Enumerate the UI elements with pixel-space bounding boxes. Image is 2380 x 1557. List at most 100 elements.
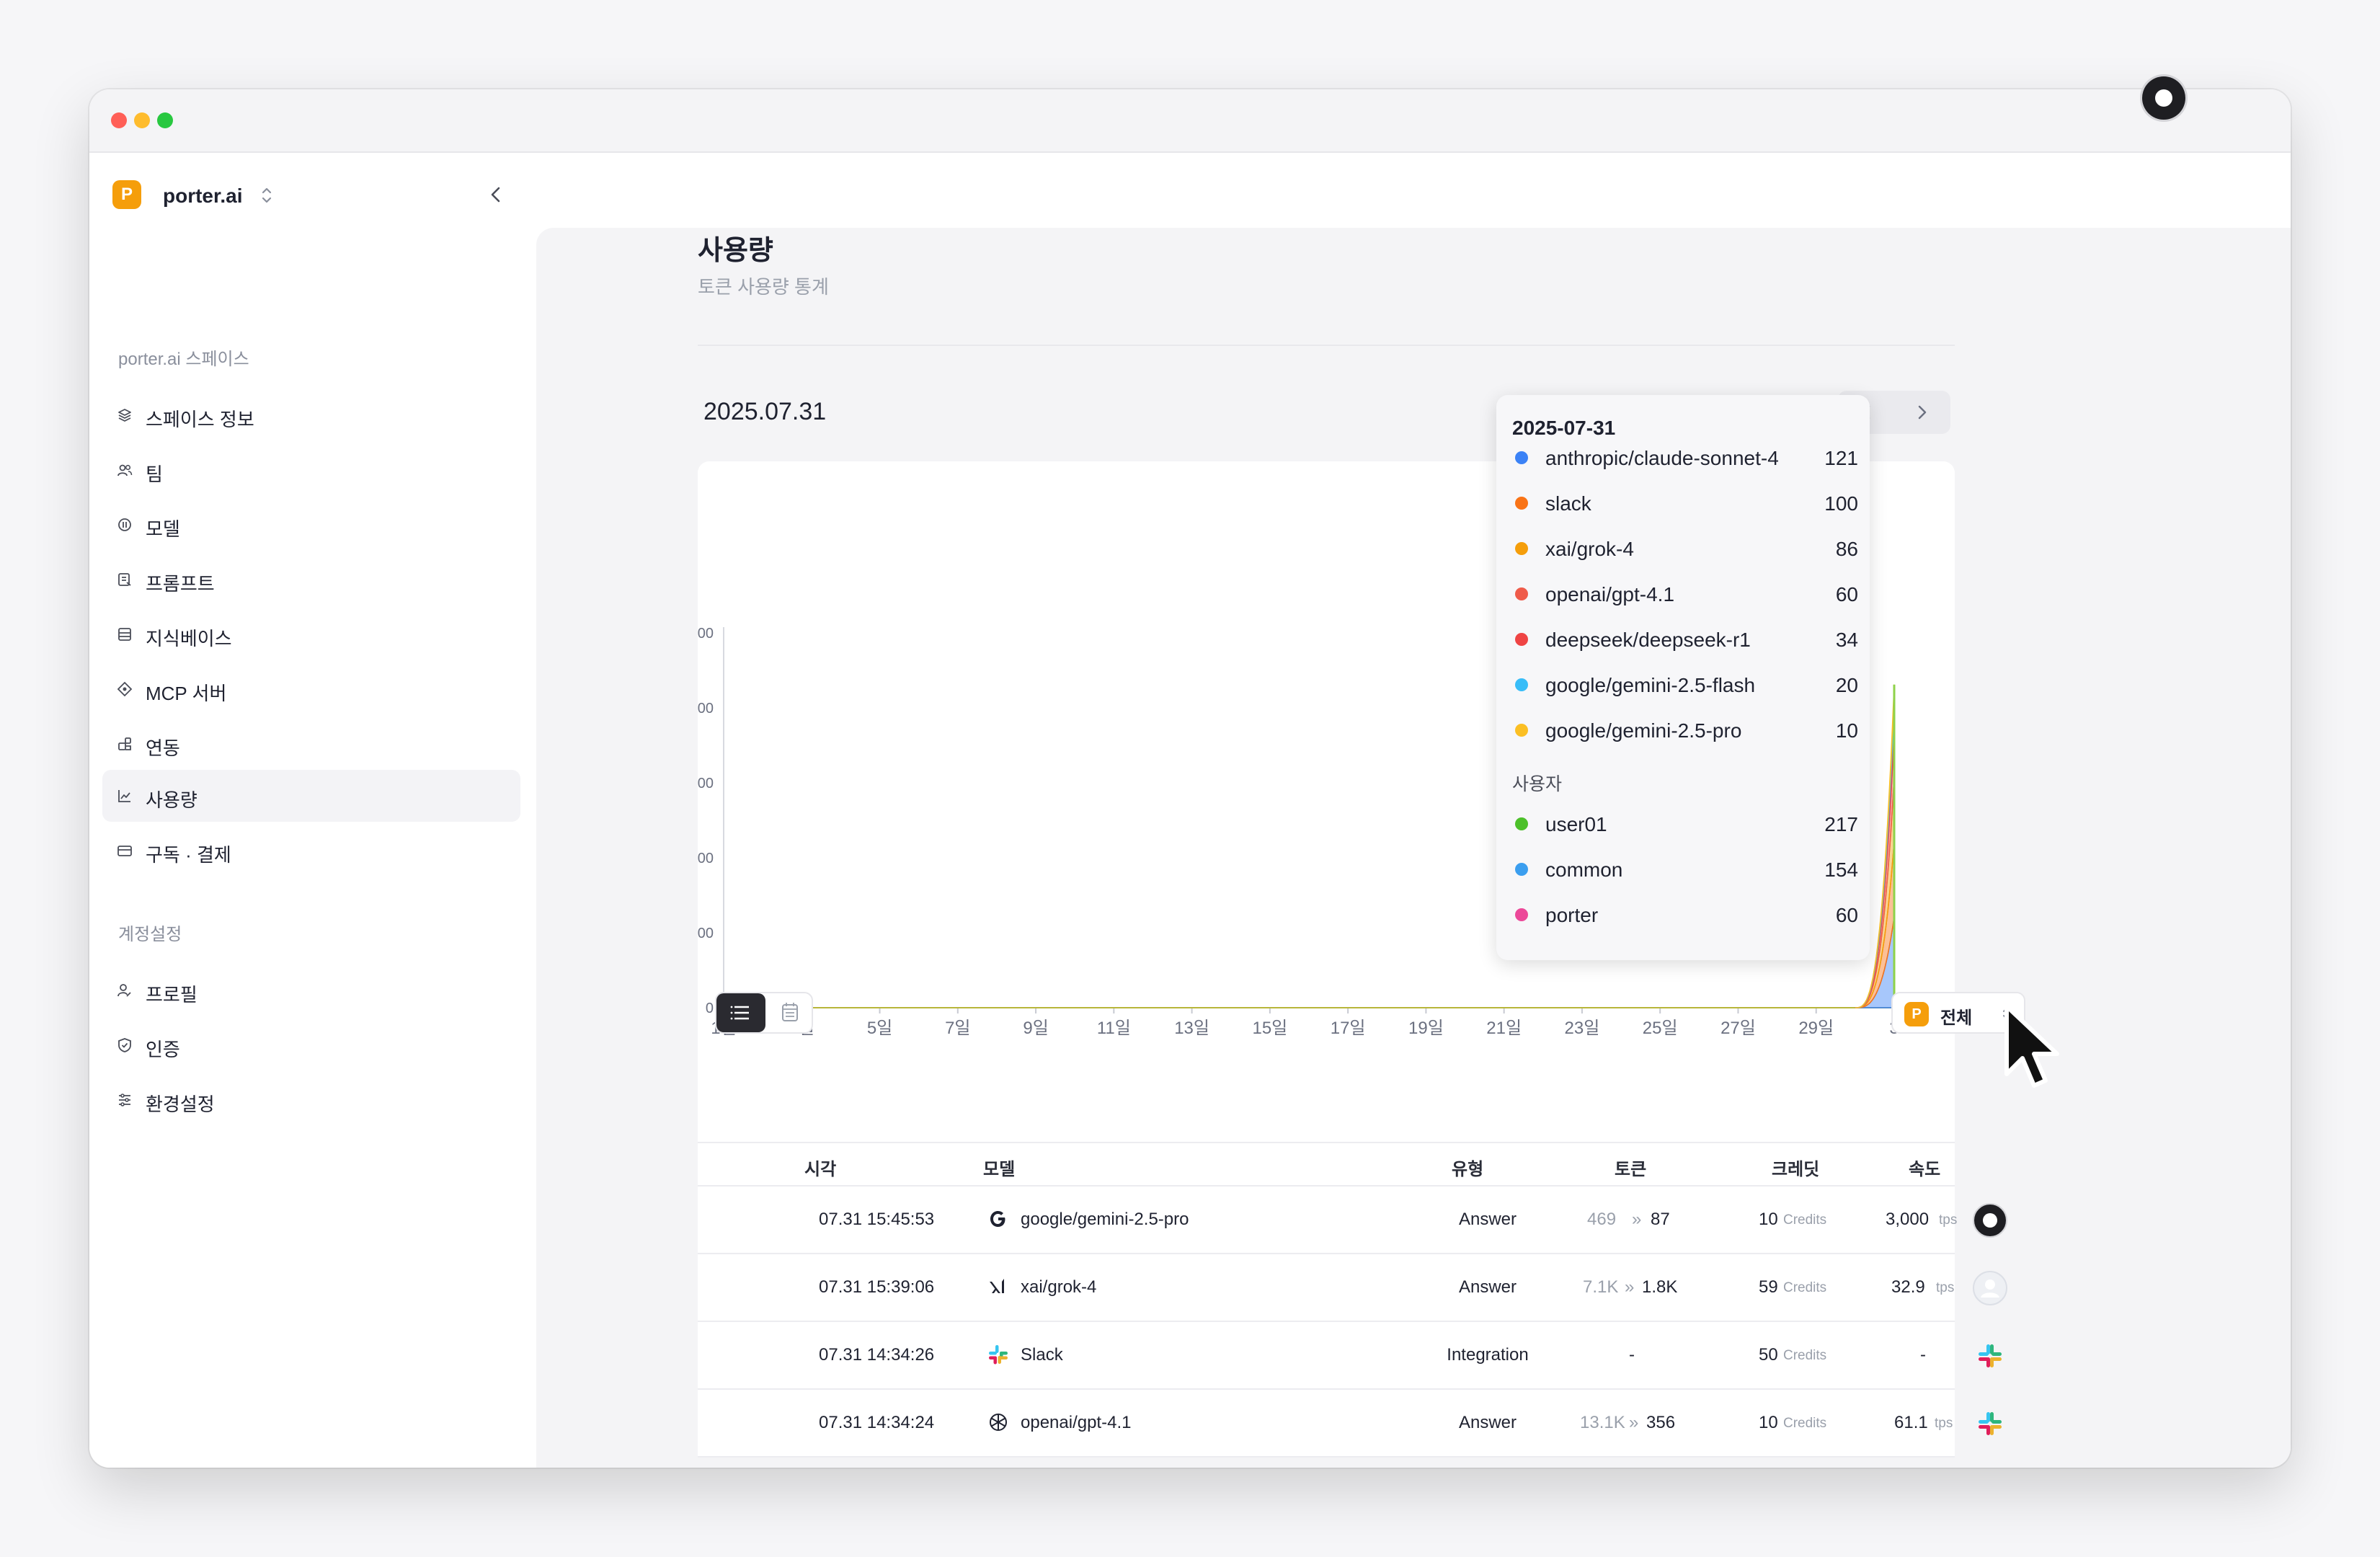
openai-icon (990, 1414, 1007, 1431)
row-type: Answer (1458, 1210, 1517, 1229)
account-avatar[interactable] (2142, 76, 2185, 120)
sidebar-item-label: 인증 (146, 1039, 180, 1060)
shield-icon (118, 1038, 131, 1052)
model-icon (118, 518, 131, 531)
tooltip-series-value: 60 (1835, 583, 1858, 606)
sidebar-item-model[interactable]: 모델 (102, 499, 520, 551)
tooltip-series-name: common (1545, 859, 1623, 881)
sidebar-item-label: 팀 (146, 463, 163, 485)
tooltip-row: deepseek/deepseek-r1 34 (1512, 626, 1858, 655)
tooltip-row: common 154 (1512, 856, 1858, 884)
calendar-view-button[interactable] (765, 993, 814, 1032)
row-credits-unit: Credits (1783, 1280, 1827, 1295)
workspace-switch-icon[interactable] (259, 185, 274, 206)
x-tick-label: 27일 (1720, 1019, 1756, 1038)
header-credits: 크레딧 (1772, 1160, 1820, 1179)
sidebar-item-knowledge-base[interactable]: 지식베이스 (102, 608, 520, 660)
tooltip-series-name: slack (1545, 492, 1591, 515)
legend-dot (1515, 678, 1528, 691)
google-icon (990, 1211, 1005, 1227)
collapse-sidebar-icon[interactable] (484, 183, 507, 206)
row-model: openai/gpt-4.1 (1021, 1413, 1132, 1432)
user-avatar[interactable] (1972, 1270, 2008, 1306)
table-row[interactable]: 07.31 15:39:06 xai/grok-4 Answer 7.1K » … (698, 1254, 2007, 1322)
profile-icon (117, 984, 131, 997)
tooltip-series-value: 20 (1835, 674, 1858, 696)
table-row[interactable]: 07.31 14:34:24 openai/gpt-4.1 Answer 13.… (698, 1390, 2002, 1458)
tooltip-group-label: 사용자 (1512, 774, 1563, 794)
row-tokens-out: 1.8K (1642, 1277, 1678, 1297)
xai-icon (990, 1279, 1004, 1293)
x-tick-label: 11일 (1097, 1019, 1131, 1038)
sidebar-item-prompt[interactable]: 프롬프트 (102, 554, 520, 606)
sidebar-item-mcp-server[interactable]: MCP 서버 (102, 663, 520, 715)
slack-avatar[interactable] (1972, 1338, 2008, 1374)
row-speed-unit: tps (1935, 1416, 1953, 1431)
row-speed: 61.1 (1894, 1413, 1928, 1432)
tooltip-row: porter 60 (1512, 901, 1858, 930)
row-time: 07.31 14:34:24 (819, 1413, 935, 1432)
row-tokens-in: 7.1K (1583, 1277, 1619, 1297)
prompt-icon (118, 573, 131, 586)
row-model: xai/grok-4 (1021, 1277, 1097, 1297)
legend-dot (1515, 587, 1528, 600)
sidebar-item-billing[interactable]: 구독 · 결제 (102, 825, 520, 877)
tooltip-series-value: 86 (1835, 538, 1858, 560)
legend-dot (1515, 863, 1528, 876)
tooltip-row: slack 100 (1512, 489, 1858, 518)
sidebar-item-label: 프로필 (146, 984, 197, 1006)
sidebar-item-auth[interactable]: 인증 (102, 1019, 520, 1071)
list-view-button[interactable] (716, 993, 765, 1032)
y-tick-label: 300 (698, 776, 714, 791)
minimize-window-button[interactable] (134, 112, 150, 128)
sidebar-item-usage[interactable]: 사용량 (102, 770, 520, 822)
slack-avatar[interactable] (1972, 1406, 2008, 1442)
row-credits: 50 (1759, 1345, 1778, 1365)
section-title-account: 계정설정 (118, 925, 182, 944)
tooltip-series-value: 60 (1835, 904, 1858, 926)
row-speed: - (1920, 1345, 1926, 1365)
sidebar-item-label: MCP 서버 (146, 683, 227, 704)
row-time: 07.31 15:39:06 (819, 1277, 935, 1297)
tooltip-date: 2025-07-31 (1512, 417, 1616, 439)
page-title: 사용량 (698, 236, 773, 266)
title-bar (89, 89, 2291, 153)
database-icon (118, 628, 131, 641)
x-tick-label: 9일 (1023, 1019, 1048, 1038)
workspace-logo[interactable]: P (112, 180, 141, 209)
sidebar-item-label: 연동 (146, 737, 180, 759)
row-credits-unit: Credits (1783, 1348, 1827, 1363)
legend-dot (1515, 451, 1528, 464)
row-speed-unit: tps (1936, 1280, 1955, 1295)
x-tick-label: 25일 (1643, 1019, 1678, 1038)
x-tick-label: 17일 (1331, 1019, 1366, 1038)
row-time: 07.31 14:34:26 (819, 1345, 935, 1365)
x-tick-label: 29일 (1798, 1019, 1834, 1038)
sidebar-item-label: 사용량 (146, 789, 197, 811)
tooltip-series-value: 100 (1824, 492, 1858, 515)
x-tick-label: 5일 (867, 1019, 892, 1038)
sidebar-item-profile[interactable]: 프로필 (102, 964, 520, 1016)
maximize-window-button[interactable] (157, 112, 173, 128)
close-window-button[interactable] (111, 112, 127, 128)
tooltip-series-name: deepseek/deepseek-r1 (1545, 629, 1751, 651)
x-tick-label: 21일 (1486, 1019, 1522, 1038)
tooltip-series-name: google/gemini-2.5-pro (1545, 719, 1742, 742)
chart-icon (118, 790, 130, 802)
card-icon (117, 846, 132, 856)
sidebar-item-space-info[interactable]: 스페이스 정보 (102, 389, 520, 441)
workspace-name[interactable]: porter.ai (163, 185, 242, 208)
table-row[interactable]: 07.31 14:34:26 Slack Integration - 50 Cr… (698, 1322, 2002, 1390)
tooltip-row: google/gemini-2.5-flash 20 (1512, 671, 1858, 700)
sidebar-item-preferences[interactable]: 환경설정 (102, 1074, 520, 1126)
table-row[interactable]: 07.31 15:45:53 google/gemini-2.5-pro Ans… (698, 1186, 2007, 1254)
tooltip-series-value: 154 (1824, 859, 1858, 881)
sidebar-item-label: 환경설정 (146, 1094, 215, 1115)
filter-workspace-logo: P (1904, 1002, 1929, 1026)
sidebar-item-team[interactable]: 팀 (102, 444, 520, 496)
page-subtitle: 토큰 사용량 통계 (698, 276, 829, 298)
row-tokens-in: 469 (1587, 1210, 1617, 1229)
dark-avatar[interactable] (1972, 1202, 2008, 1238)
sidebar-item-integration[interactable]: 연동 (102, 718, 520, 770)
next-date-button[interactable] (1894, 391, 1950, 434)
